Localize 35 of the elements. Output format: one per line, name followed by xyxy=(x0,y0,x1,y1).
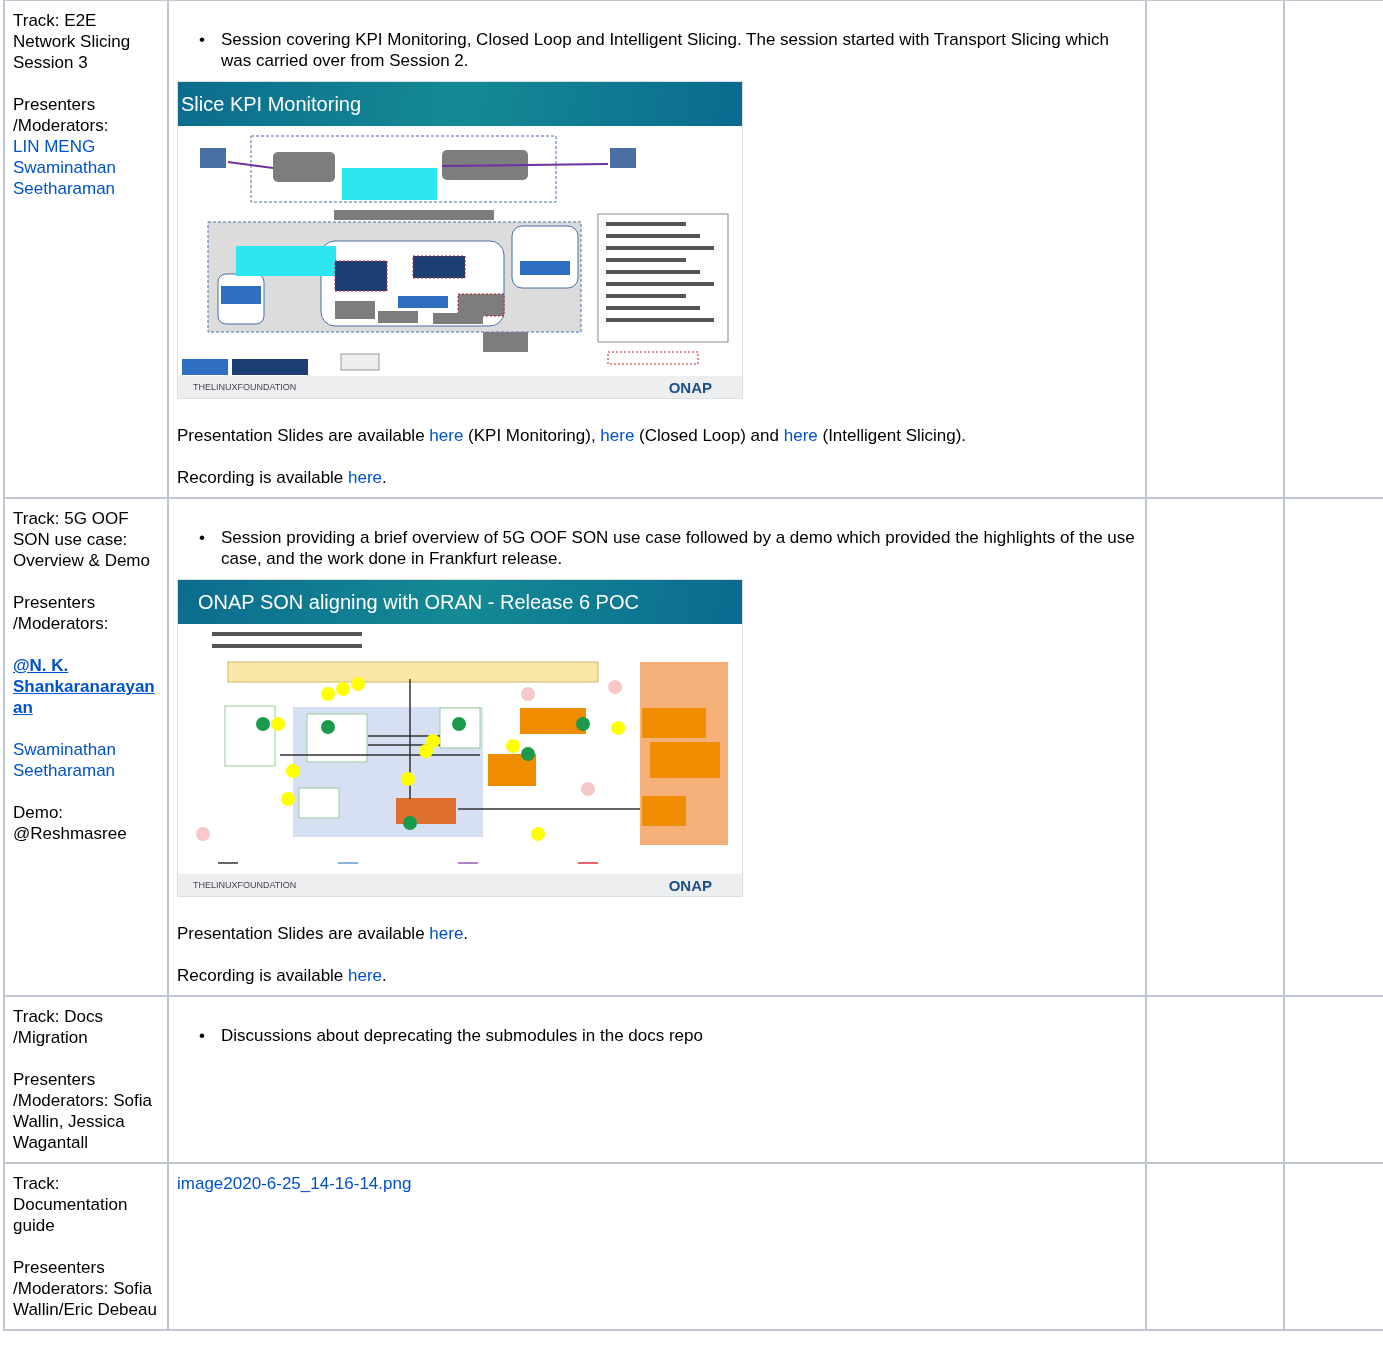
footer-logo-text: THELINUXFOUNDATION xyxy=(193,380,297,394)
link[interactable]: image2020-6-25_14-16-14.png xyxy=(177,1174,412,1193)
bullet-text: Session providing a brief overview of 5G OOF SON use case followed by a demo which provided the highlights of the use case, and the work done in Frankfurt release. xyxy=(221,527,1136,569)
track-text: Presenters /Moderators: LIN MENG Swaminathan Seetharaman xyxy=(13,94,159,199)
link[interactable]: here xyxy=(429,426,464,445)
link[interactable]: here xyxy=(348,966,383,985)
track-text: Preseenters /Moderators: Sofia Wallin/Eric Debeau xyxy=(13,1257,158,1320)
slide-title: Slice KPI Monitoring xyxy=(178,82,742,127)
body-text: Presentation Slides are available here. xyxy=(177,923,470,944)
slide-title: ONAP SON aligning with ORAN - Release 6 POC xyxy=(178,580,742,625)
track-text: Track: E2E Network Slicing Session 3 xyxy=(13,10,132,73)
link[interactable]: here xyxy=(600,426,635,445)
link[interactable]: LIN MENG Swaminathan Seetharaman xyxy=(13,136,159,199)
link[interactable]: Swaminathan Seetharaman xyxy=(13,739,159,781)
body-text: Presentation Slides are available here (KPI Monitoring), here (Closed Loop) and here (Intelligent Slicing). xyxy=(177,425,968,446)
body-text: Recording is available here. xyxy=(177,965,388,986)
track-text: Track: Docs /Migration xyxy=(13,1006,105,1048)
track-text: Track: Documentation guide xyxy=(13,1173,129,1236)
link[interactable]: here xyxy=(348,468,383,487)
track-text: Demo: @Reshmasree xyxy=(13,802,128,844)
link[interactable]: here xyxy=(429,924,464,943)
body-text: Recording is available here. xyxy=(177,467,388,488)
logo-text: ONAP xyxy=(668,377,712,398)
footer-logo-text: THELINUXFOUNDATION xyxy=(193,878,297,892)
bullet-marker: • xyxy=(199,1025,206,1046)
bullet-marker: • xyxy=(199,29,206,50)
track-text: Presenters /Moderators: xyxy=(13,592,110,634)
logo-text: ONAP xyxy=(668,875,712,896)
user-mention[interactable]: @N. K. Shankaranarayanan xyxy=(13,655,159,718)
bullet-text: Discussions about deprecating the submodules in the docs repo xyxy=(221,1025,703,1046)
track-text: Track: 5G OOF SON use case: Overview & Demo xyxy=(13,508,151,571)
bullet-text: Session covering KPI Monitoring, Closed Loop and Intelligent Slicing. The session started with Transport Slicing which was carried over from Session 2. xyxy=(221,29,1110,71)
track-text: Presenters /Moderators: Sofia Wallin, Jessica Wagantall xyxy=(13,1069,153,1153)
link[interactable]: here xyxy=(783,426,818,445)
bullet-marker: • xyxy=(199,527,206,548)
